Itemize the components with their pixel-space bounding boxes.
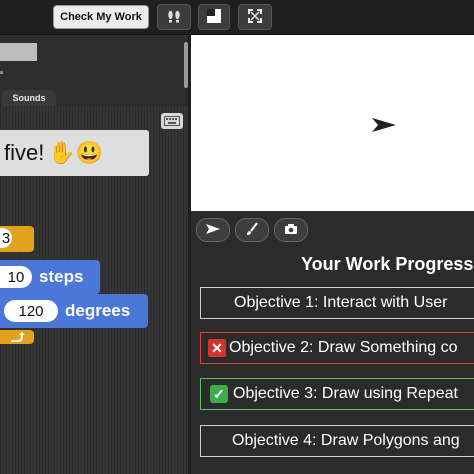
fullscreen-icon (248, 8, 262, 26)
footsteps-icon (166, 9, 182, 26)
speech-bubble: five! ✋😃 (0, 130, 149, 176)
degrees-input[interactable]: 120 (4, 300, 58, 322)
repeat-count-input[interactable]: 3 (0, 228, 12, 248)
repeat-block[interactable]: 3 (0, 226, 34, 252)
objective-label: Objective 2: Draw Something co (229, 339, 458, 356)
top-toolbar: Check My Work (0, 0, 474, 35)
stage[interactable] (191, 35, 474, 211)
fullscreen-button[interactable] (238, 4, 272, 30)
arrow-tool-icon (205, 223, 221, 238)
scripts-area[interactable]: five! ✋😃 3 10 steps 120 degrees (0, 106, 188, 474)
paint-new-sprite-button[interactable] (235, 218, 269, 242)
degrees-label: degrees (65, 301, 131, 320)
stage-tools (191, 212, 474, 246)
turn-degrees-block[interactable]: 120 degrees (0, 294, 148, 328)
objective-4: Objective 4: Draw Polygons ang (200, 425, 474, 457)
objective-label: Objective 1: Interact with User (234, 294, 448, 311)
repeat-block-end (0, 330, 34, 344)
camera-icon (284, 223, 298, 238)
palette-mark (0, 71, 3, 74)
steps-input[interactable]: 10 (0, 266, 32, 288)
stage-layout-button[interactable] (198, 4, 230, 30)
speech-text: five! (4, 140, 45, 165)
objective-label: Objective 3: Draw using Repeat (233, 385, 458, 402)
camera-sprite-button[interactable] (274, 218, 308, 242)
objective-label: Objective 4: Draw Polygons ang (232, 432, 460, 449)
tab-sounds[interactable]: Sounds (2, 90, 56, 106)
check-my-work-button[interactable]: Check My Work (53, 5, 149, 29)
keyboard-icon[interactable] (161, 113, 183, 129)
paintbrush-icon (245, 221, 259, 239)
sprite-arrow-icon[interactable] (371, 117, 397, 138)
objective-3: ✓ Objective 3: Draw using Repeat (200, 378, 474, 410)
move-steps-block[interactable]: 10 steps (0, 260, 100, 294)
footsteps-button[interactable] (157, 4, 191, 30)
objective-1: Objective 1: Interact with User (200, 287, 474, 319)
stage-layout-icon (206, 8, 222, 27)
cross-mark-icon: ✕ (208, 339, 226, 357)
steps-label: steps (39, 267, 84, 286)
loop-arrow-icon (8, 330, 26, 348)
speech-emoji: ✋😃 (48, 140, 104, 165)
new-turtle-button[interactable] (196, 218, 230, 242)
check-mark-icon: ✓ (210, 385, 228, 403)
objective-2: ✕ Objective 2: Draw Something co (200, 332, 474, 364)
progress-title: Your Work Progress (301, 254, 474, 274)
sprite-name-field[interactable] (0, 43, 37, 61)
